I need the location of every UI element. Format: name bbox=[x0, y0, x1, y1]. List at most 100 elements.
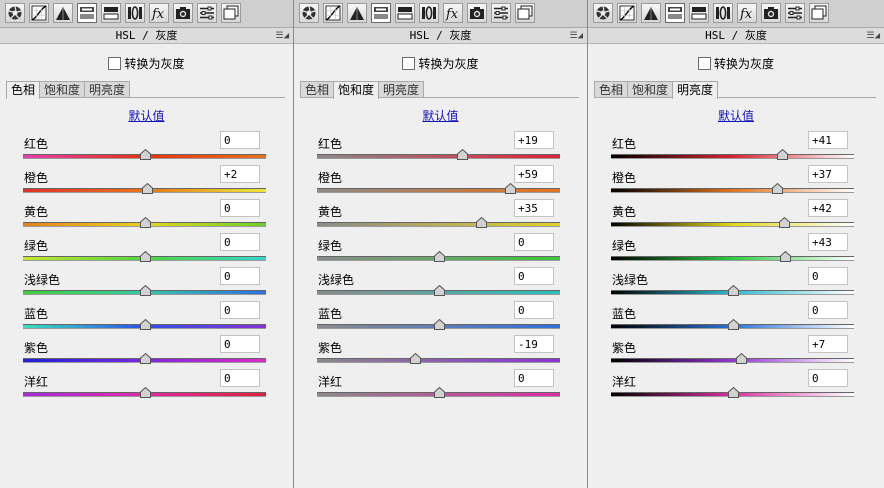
tab-hue[interactable]: 色相 bbox=[6, 81, 41, 99]
slider-value-field[interactable]: 0 bbox=[220, 301, 260, 319]
slider-value-field[interactable]: 0 bbox=[220, 267, 260, 285]
slider-track[interactable] bbox=[317, 188, 560, 193]
slider-value-field[interactable]: 0 bbox=[220, 369, 260, 387]
slider-track[interactable] bbox=[611, 256, 854, 261]
camera-icon[interactable] bbox=[173, 3, 193, 23]
slider-value-field[interactable]: 0 bbox=[220, 199, 260, 217]
slider-thumb[interactable] bbox=[139, 149, 151, 160]
slider-value-field[interactable]: 0 bbox=[514, 301, 554, 319]
slider-value-field[interactable]: +43 bbox=[808, 233, 848, 251]
slider-thumb[interactable] bbox=[141, 183, 153, 194]
slider-thumb[interactable] bbox=[410, 353, 422, 364]
slider-thumb[interactable] bbox=[139, 251, 151, 262]
default-link[interactable]: 默认值 bbox=[588, 107, 884, 124]
panel-menu-icon[interactable]: ☰◢ bbox=[276, 29, 290, 44]
camera-icon[interactable] bbox=[467, 3, 487, 23]
slider-value-field[interactable]: +59 bbox=[514, 165, 554, 183]
curve-icon[interactable] bbox=[617, 3, 637, 23]
panel-menu-icon[interactable]: ☰◢ bbox=[867, 29, 881, 44]
slider-thumb[interactable] bbox=[433, 285, 445, 296]
tab-luminance[interactable]: 明亮度 bbox=[672, 81, 719, 99]
default-link[interactable]: 默认值 bbox=[294, 107, 587, 124]
aperture-icon[interactable] bbox=[593, 3, 613, 23]
mountain-icon[interactable] bbox=[53, 3, 73, 23]
slider-thumb[interactable] bbox=[779, 251, 791, 262]
fx-icon[interactable]: fx bbox=[149, 3, 169, 23]
slider-track[interactable] bbox=[611, 188, 854, 193]
slider-value-field[interactable]: +41 bbox=[808, 131, 848, 149]
curve-icon[interactable] bbox=[29, 3, 49, 23]
hsl-icon[interactable] bbox=[77, 3, 97, 23]
slider-thumb[interactable] bbox=[727, 387, 739, 398]
split-tone-icon[interactable] bbox=[395, 3, 415, 23]
slider-value-field[interactable]: 0 bbox=[514, 267, 554, 285]
tab-hue[interactable]: 色相 bbox=[594, 81, 629, 98]
slider-thumb[interactable] bbox=[139, 319, 151, 330]
snapshots-icon[interactable] bbox=[515, 3, 535, 23]
slider-thumb[interactable] bbox=[433, 319, 445, 330]
slider-track[interactable] bbox=[317, 154, 560, 159]
slider-thumb[interactable] bbox=[777, 149, 789, 160]
slider-thumb[interactable] bbox=[772, 183, 784, 194]
camera-icon[interactable] bbox=[761, 3, 781, 23]
lens-icon[interactable] bbox=[713, 3, 733, 23]
split-tone-icon[interactable] bbox=[689, 3, 709, 23]
slider-track[interactable] bbox=[317, 222, 560, 227]
slider-track[interactable] bbox=[611, 358, 854, 363]
slider-value-field[interactable]: +37 bbox=[808, 165, 848, 183]
slider-thumb[interactable] bbox=[139, 387, 151, 398]
slider-thumb[interactable] bbox=[139, 353, 151, 364]
slider-value-field[interactable]: 0 bbox=[220, 233, 260, 251]
default-link[interactable]: 默认值 bbox=[0, 107, 293, 124]
presets-icon[interactable] bbox=[197, 3, 217, 23]
tab-luminance[interactable]: 明亮度 bbox=[84, 81, 131, 98]
slider-thumb[interactable] bbox=[139, 285, 151, 296]
slider-value-field[interactable]: 0 bbox=[514, 233, 554, 251]
slider-thumb[interactable] bbox=[139, 217, 151, 228]
slider-track[interactable] bbox=[611, 222, 854, 227]
slider-thumb[interactable] bbox=[736, 353, 747, 364]
slider-thumb[interactable] bbox=[727, 285, 739, 296]
slider-value-field[interactable]: -19 bbox=[514, 335, 554, 353]
presets-icon[interactable] bbox=[785, 3, 805, 23]
slider-thumb[interactable] bbox=[778, 217, 790, 228]
slider-value-field[interactable]: 0 bbox=[514, 369, 554, 387]
aperture-icon[interactable] bbox=[5, 3, 25, 23]
tab-hue[interactable]: 色相 bbox=[300, 81, 335, 98]
mountain-icon[interactable] bbox=[347, 3, 367, 23]
snapshots-icon[interactable] bbox=[221, 3, 241, 23]
slider-thumb[interactable] bbox=[433, 251, 445, 262]
convert-grayscale-option[interactable]: 转换为灰度 bbox=[0, 55, 293, 72]
convert-grayscale-checkbox[interactable] bbox=[402, 57, 416, 70]
slider-value-field[interactable]: +7 bbox=[808, 335, 848, 353]
presets-icon[interactable] bbox=[491, 3, 511, 23]
slider-thumb[interactable] bbox=[433, 387, 445, 398]
slider-thumb[interactable] bbox=[476, 217, 488, 228]
slider-value-field[interactable]: 0 bbox=[220, 131, 260, 149]
fx-icon[interactable]: fx bbox=[737, 3, 757, 23]
snapshots-icon[interactable] bbox=[809, 3, 829, 23]
tab-luminance[interactable]: 明亮度 bbox=[378, 81, 425, 98]
lens-icon[interactable] bbox=[125, 3, 145, 23]
slider-value-field[interactable]: +19 bbox=[514, 131, 554, 149]
fx-icon[interactable]: fx bbox=[443, 3, 463, 23]
slider-value-field[interactable]: 0 bbox=[808, 301, 848, 319]
curve-icon[interactable] bbox=[323, 3, 343, 23]
slider-value-field[interactable]: 0 bbox=[220, 335, 260, 353]
convert-grayscale-option[interactable]: 转换为灰度 bbox=[294, 55, 587, 72]
hsl-icon[interactable] bbox=[665, 3, 685, 23]
split-tone-icon[interactable] bbox=[101, 3, 121, 23]
slider-value-field[interactable]: +2 bbox=[220, 165, 260, 183]
panel-menu-icon[interactable]: ☰◢ bbox=[570, 29, 584, 44]
tab-saturation[interactable]: 饱和度 bbox=[627, 81, 674, 98]
slider-value-field[interactable]: +35 bbox=[514, 199, 554, 217]
mountain-icon[interactable] bbox=[641, 3, 661, 23]
hsl-icon[interactable] bbox=[371, 3, 391, 23]
slider-thumb[interactable] bbox=[456, 149, 468, 160]
tab-saturation[interactable]: 饱和度 bbox=[333, 81, 380, 99]
slider-track[interactable] bbox=[611, 154, 854, 159]
slider-value-field[interactable]: 0 bbox=[808, 369, 848, 387]
aperture-icon[interactable] bbox=[299, 3, 319, 23]
slider-thumb[interactable] bbox=[505, 183, 517, 194]
convert-grayscale-checkbox[interactable] bbox=[108, 57, 122, 70]
